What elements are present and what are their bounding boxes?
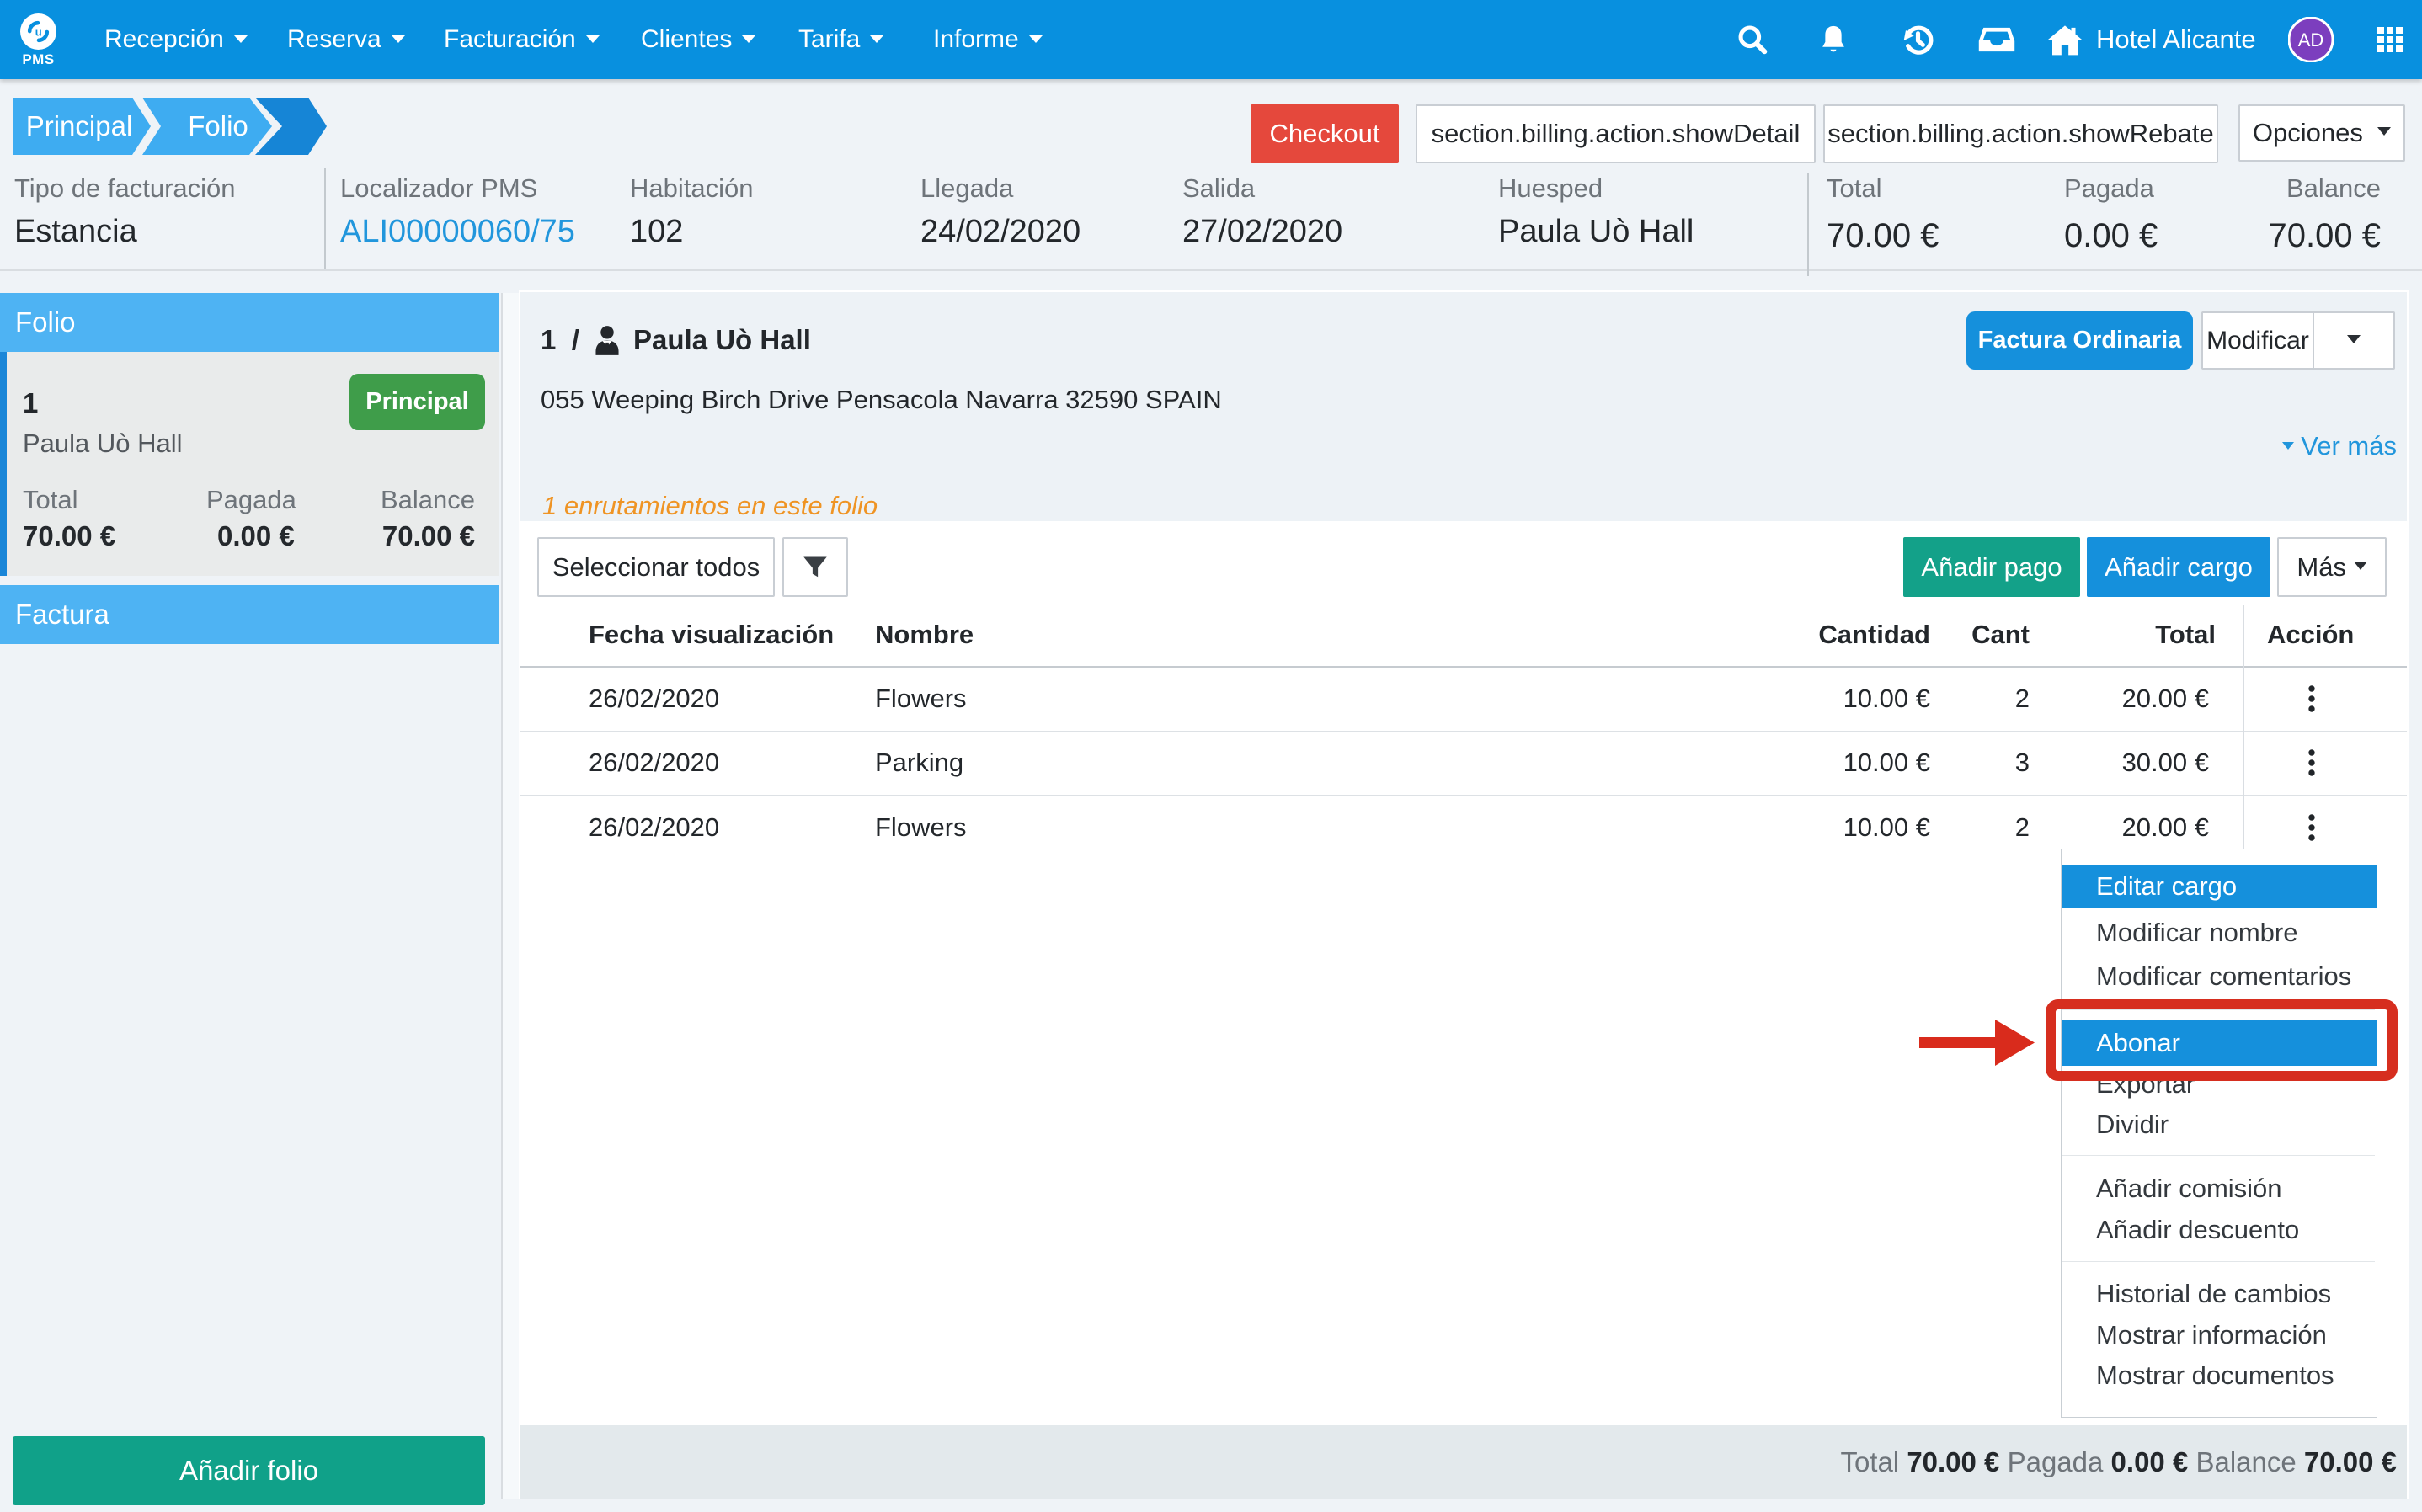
svg-text:u: u	[35, 26, 42, 39]
svg-text:AD: AD	[2298, 29, 2324, 51]
svg-text:Principal: Principal	[26, 110, 133, 141]
svg-text:PMS: PMS	[22, 51, 54, 66]
svg-text:Folio: Folio	[188, 110, 248, 141]
